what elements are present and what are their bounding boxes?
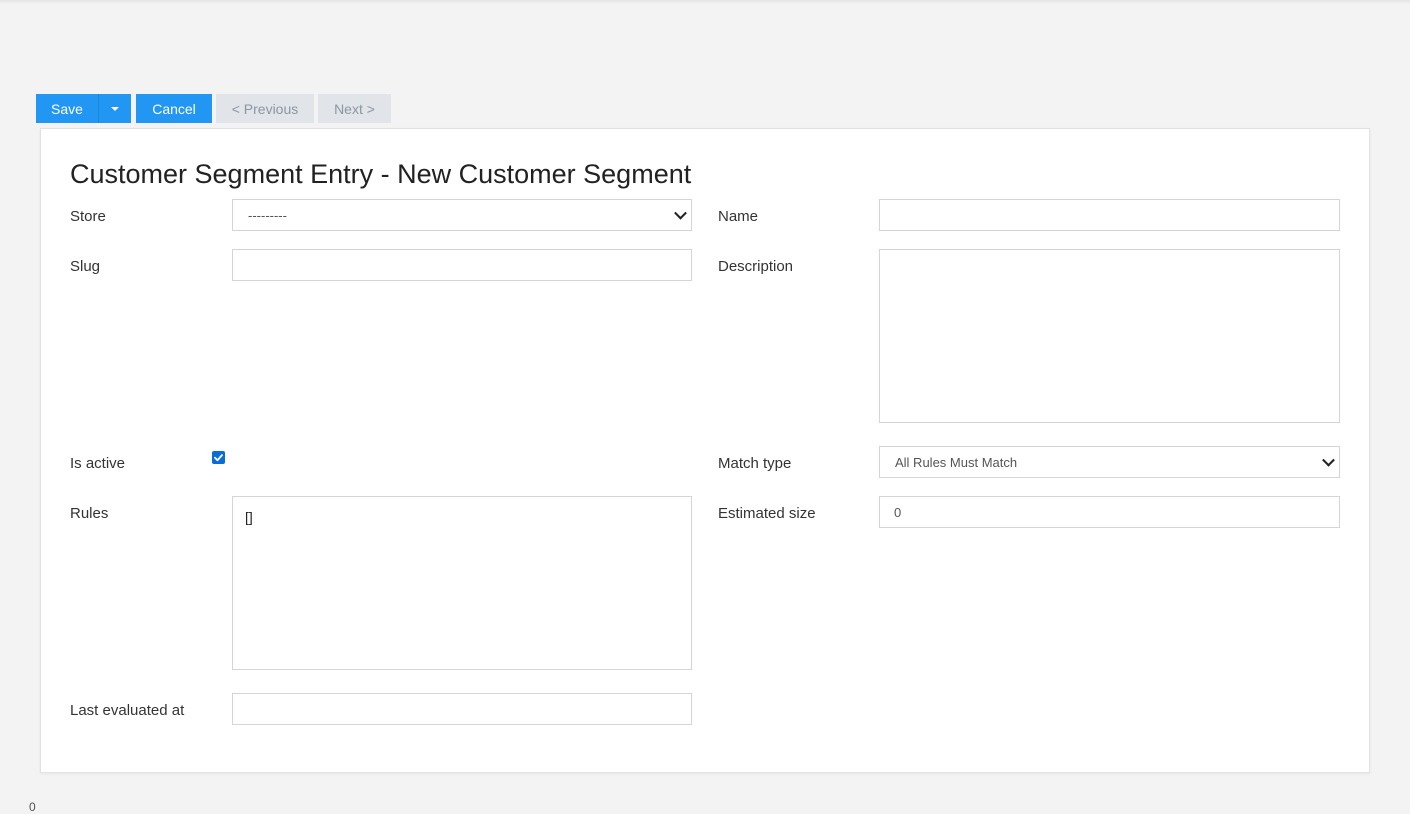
rules-label: Rules	[70, 505, 109, 522]
previous-button[interactable]: < Previous	[216, 94, 314, 123]
name-label: Name	[718, 208, 759, 225]
store-label: Store	[70, 208, 106, 225]
form-card: Customer Segment Entry - New Customer Se…	[40, 128, 1370, 773]
estimated-size-input[interactable]	[879, 496, 1340, 528]
slug-label: Slug	[70, 258, 101, 275]
chevron-down-icon	[674, 206, 687, 220]
chevron-down-icon	[1322, 453, 1335, 467]
footer-text: 0	[29, 800, 36, 814]
cancel-button[interactable]: Cancel	[136, 94, 212, 123]
store-selected-value: ---------	[248, 207, 287, 223]
is-active-checkbox[interactable]	[212, 451, 225, 464]
last-evaluated-at-input[interactable]	[232, 693, 692, 725]
next-button[interactable]: Next >	[318, 94, 391, 123]
name-input[interactable]	[879, 199, 1340, 231]
top-bar-shadow	[0, 0, 1410, 4]
description-label: Description	[718, 258, 794, 275]
store-select[interactable]: ---------	[232, 199, 692, 231]
is-active-label: Is active	[70, 455, 126, 472]
checkmark-icon	[214, 454, 223, 462]
slug-input[interactable]	[232, 249, 692, 281]
match-type-label: Match type	[718, 455, 792, 472]
rules-textarea[interactable]: []	[232, 496, 692, 670]
last-evaluated-at-label: Last evaluated at	[70, 702, 185, 719]
match-type-selected-value: All Rules Must Match	[895, 454, 1018, 470]
action-toolbar: Save Cancel < Previous Next >	[36, 94, 391, 123]
match-type-select[interactable]: All Rules Must Match	[879, 446, 1340, 478]
page-title: Customer Segment Entry - New Customer Se…	[70, 159, 692, 189]
save-options-toggle[interactable]	[98, 94, 131, 123]
description-textarea[interactable]	[879, 249, 1340, 423]
estimated-size-label: Estimated size	[718, 505, 816, 522]
caret-down-icon	[111, 106, 119, 111]
save-button[interactable]: Save	[36, 94, 98, 123]
